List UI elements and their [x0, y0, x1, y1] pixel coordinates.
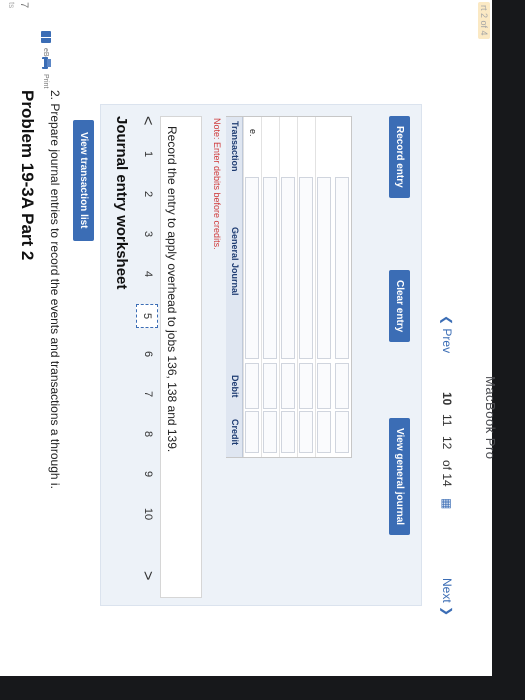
device-label: MacBook Pro — [483, 376, 498, 460]
debit-input[interactable] — [263, 363, 277, 409]
points-label: ts — [7, 2, 16, 9]
prev-entry-arrow[interactable]: < — [138, 116, 156, 125]
chevron-right-icon: ❯ — [440, 602, 454, 617]
chevron-left-icon: ❮ — [440, 315, 454, 329]
credit-input[interactable] — [299, 411, 313, 453]
debit-input[interactable] — [299, 363, 313, 409]
next-question-button[interactable]: Next ❯ — [440, 578, 454, 616]
entry-page-active[interactable]: 5 — [136, 304, 158, 328]
account-select[interactable] — [335, 177, 349, 359]
debit-input[interactable] — [335, 363, 349, 409]
col-debit: Debit — [230, 375, 240, 398]
account-select[interactable] — [299, 177, 313, 359]
print-icon — [41, 57, 51, 69]
entry-page[interactable]: 9 — [142, 466, 154, 482]
table-header: Transaction General Journal Debit Credit — [226, 117, 243, 457]
prev-label: Prev — [440, 328, 454, 354]
account-select[interactable] — [263, 177, 277, 359]
entry-page[interactable]: 8 — [142, 426, 154, 442]
task-text: Record the entry to apply overhead to jo… — [165, 126, 179, 453]
question-page-current[interactable]: 11 — [440, 414, 454, 426]
entry-page[interactable]: 1 — [142, 146, 154, 162]
next-label: Next — [440, 578, 454, 603]
entry-page[interactable]: 7 — [142, 386, 154, 402]
entry-page[interactable]: 10 — [142, 506, 154, 522]
sidebar-item-print[interactable]: Print — [40, 56, 52, 88]
credit-input[interactable] — [317, 411, 331, 453]
grid-view-icon[interactable]: ▦ — [440, 498, 454, 509]
question-page[interactable]: 12 — [440, 436, 454, 449]
debit-input[interactable] — [281, 363, 295, 409]
credit-input[interactable] — [245, 411, 259, 453]
assignment-window: rt 2 of 4 7 ts eBook Print Problem 19-3A… — [0, 0, 492, 676]
col-general-journal: General Journal — [230, 227, 240, 296]
table-row — [261, 117, 279, 457]
entry-page[interactable]: 6 — [142, 346, 154, 362]
view-general-journal-button[interactable]: View general journal — [389, 418, 410, 536]
view-transaction-list-button[interactable]: View transaction list — [73, 120, 94, 241]
laptop-screen: rt 2 of 4 7 ts eBook Print Problem 19-3A… — [0, 0, 492, 676]
account-select[interactable] — [281, 177, 295, 359]
credit-input[interactable] — [281, 411, 295, 453]
book-icon — [41, 31, 51, 43]
worksheet-title: Journal entry worksheet — [113, 116, 130, 290]
table-row: e. — [243, 117, 261, 457]
table-row — [279, 117, 297, 457]
prev-question-button[interactable]: ❮ Prev — [440, 315, 454, 353]
account-select[interactable] — [245, 177, 259, 359]
part-indicator: rt 2 of 4 — [478, 2, 490, 39]
table-row — [334, 117, 351, 457]
table-row — [297, 117, 315, 457]
clear-entry-button[interactable]: Clear entry — [389, 270, 410, 343]
entry-page[interactable]: 3 — [142, 226, 154, 242]
points-value: 7 — [18, 2, 30, 9]
transaction-cell: e. — [248, 129, 258, 137]
credit-input[interactable] — [335, 411, 349, 453]
instructions-text: 2. Prepare journal entries to record the… — [48, 90, 62, 489]
entry-pagination: < 1 2 3 4 5 6 7 8 9 10 > — [134, 116, 158, 596]
journal-table: Transaction General Journal Debit Credit… — [226, 116, 352, 458]
table-row — [315, 117, 333, 457]
entry-page[interactable]: 2 — [142, 186, 154, 202]
next-entry-arrow[interactable]: > — [138, 571, 156, 580]
account-select[interactable] — [317, 177, 331, 359]
page-title: Problem 19-3A Part 2 — [18, 90, 37, 261]
debit-input[interactable] — [317, 363, 331, 409]
sidebar-item-label: Print — [42, 74, 50, 89]
debit-input[interactable] — [245, 363, 259, 409]
question-pager: ❮ Prev 10 11 12 of 14 ▦ Next ❯ — [432, 0, 456, 676]
col-credit: Credit — [230, 419, 240, 446]
question-page[interactable]: 10 — [440, 392, 454, 405]
note-text: Note: Enter debits before credits. — [212, 118, 222, 250]
credit-input[interactable] — [263, 411, 277, 453]
entry-page[interactable]: 4 — [142, 266, 154, 282]
page-count-text: of 14 — [440, 460, 454, 487]
col-transaction: Transaction — [230, 121, 240, 172]
record-entry-button[interactable]: Record entry — [389, 116, 410, 198]
